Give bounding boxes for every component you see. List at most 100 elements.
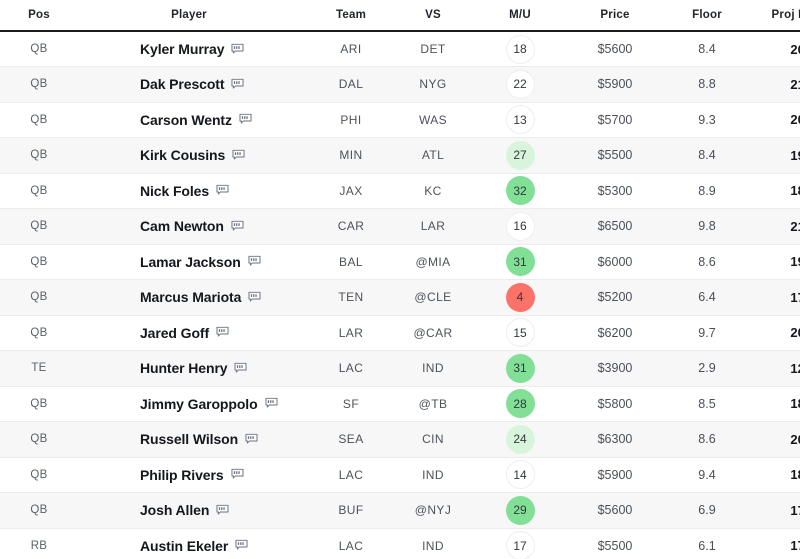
- player-name-link[interactable]: Josh Allen: [140, 502, 209, 518]
- cell-player: Philip Rivers: [78, 457, 310, 493]
- table-row[interactable]: QBKirk CousinsMINATL27$55008.419.130.53.…: [0, 137, 800, 173]
- comment-icon[interactable]: [231, 78, 244, 91]
- comment-icon[interactable]: [245, 433, 258, 446]
- comment-icon[interactable]: [231, 43, 244, 56]
- cell-matchup: 28: [474, 386, 566, 422]
- comment-icon[interactable]: [231, 220, 244, 233]
- table-row[interactable]: QBCarson WentzPHIWAS13$57009.320.031.23.…: [0, 102, 800, 138]
- cell-floor: 9.3: [698, 112, 716, 127]
- player-cell: Nick Foles: [96, 183, 300, 199]
- cell-proj-ff-pts: 17.1: [790, 289, 800, 305]
- matchup-rating-badge: 16: [505, 211, 535, 241]
- player-name-link[interactable]: Kirk Cousins: [140, 147, 225, 163]
- cell-floor: 9.7: [698, 325, 716, 340]
- matchup-rating-badge: 4: [505, 282, 535, 312]
- column-header-price[interactable]: Price: [566, 0, 664, 31]
- table-row[interactable]: RBAustin EkelerLACIND17$55006.117.225.13…: [0, 528, 800, 559]
- player-name-link[interactable]: Jared Goff: [140, 325, 209, 341]
- table-row[interactable]: QBLamar JacksonBAL@MIA31$60008.619.832.1…: [0, 244, 800, 280]
- player-name-link[interactable]: Carson Wentz: [140, 112, 232, 128]
- matchup-rating-badge: 27: [505, 140, 535, 170]
- cell-price: $5500: [597, 538, 633, 553]
- comment-icon[interactable]: [234, 362, 247, 375]
- matchup-rating-badge: 31: [505, 247, 535, 277]
- player-name-link[interactable]: Lamar Jackson: [140, 254, 241, 270]
- player-cell: Josh Allen: [96, 502, 300, 518]
- cell-proj-ff-pts: 17.6: [790, 502, 800, 518]
- cell-pos: RB: [30, 539, 48, 552]
- table-row[interactable]: QBKyler MurrayARIDET18$56008.420.332.43.…: [0, 31, 800, 67]
- table-row[interactable]: QBJimmy GaroppoloSF@TB28$58008.518.430.1…: [0, 386, 800, 422]
- table-row[interactable]: QBPhilip RiversLACIND14$59009.418.630.03…: [0, 457, 800, 493]
- table-row[interactable]: QBDak PrescottDALNYG22$59008.821.232.33.…: [0, 66, 800, 102]
- player-name-link[interactable]: Cam Newton: [140, 218, 224, 234]
- player-name-link[interactable]: Hunter Henry: [140, 360, 228, 376]
- comment-icon[interactable]: [239, 113, 252, 126]
- cell-player: Austin Ekeler: [78, 528, 310, 559]
- cell-proj-ff-pts: 21.2: [790, 76, 800, 92]
- cell-proj-ff-pts: 18.2: [790, 183, 800, 199]
- comment-icon[interactable]: [248, 255, 261, 268]
- comment-icon[interactable]: [265, 397, 278, 410]
- player-name-link[interactable]: Nick Foles: [140, 183, 209, 199]
- table-row[interactable]: QBCam NewtonCARLAR16$65009.821.533.33.31: [0, 208, 800, 244]
- comment-icon[interactable]: [248, 291, 261, 304]
- table-row[interactable]: QBRussell WilsonSEACIN24$63008.620.031.5…: [0, 421, 800, 458]
- column-header-player[interactable]: Player: [78, 0, 310, 31]
- column-header-proj-ff-pts[interactable]: Proj FF Pts: [750, 0, 800, 31]
- cell-proj-ff-pts: 20.0: [790, 325, 800, 341]
- player-cell: Kirk Cousins: [96, 147, 300, 163]
- cell-pos: QB: [30, 220, 48, 233]
- cell-team: LAC: [338, 361, 364, 376]
- cell-team: CAR: [337, 219, 365, 234]
- matchup-rating-badge: 32: [505, 176, 535, 206]
- player-name-link[interactable]: Philip Rivers: [140, 467, 224, 483]
- cell-team: BUF: [338, 503, 364, 518]
- table-row[interactable]: QBJared GoffLAR@CAR15$62009.720.031.13.2…: [0, 315, 800, 351]
- comment-icon[interactable]: [216, 326, 229, 339]
- column-header-team[interactable]: Team: [310, 0, 392, 31]
- table-header-row: Pos Player Team VS M/U Price Floor Proj …: [0, 0, 800, 31]
- cell-price: $3900: [597, 361, 633, 376]
- table-row[interactable]: QBMarcus MariotaTEN@CLE4$52006.417.129.4…: [0, 279, 800, 316]
- player-cell: Lamar Jackson: [96, 254, 300, 270]
- comment-icon[interactable]: [216, 184, 229, 197]
- column-header-mu[interactable]: M/U: [474, 0, 566, 31]
- cell-pos: QB: [30, 397, 48, 410]
- cell-player: Marcus Mariota: [78, 280, 310, 316]
- cell-proj-ff-pts: 18.4: [790, 396, 800, 412]
- cell-price: $5900: [597, 467, 633, 482]
- cell-pos: QB: [30, 433, 48, 446]
- comment-icon[interactable]: [216, 504, 229, 517]
- player-name-link[interactable]: Austin Ekeler: [140, 538, 228, 554]
- cell-matchup: 31: [474, 244, 566, 280]
- column-header-pos[interactable]: Pos: [0, 0, 78, 31]
- player-name-link[interactable]: Marcus Mariota: [140, 289, 241, 305]
- cell-player: Carson Wentz: [78, 102, 310, 138]
- player-name-link[interactable]: Kyler Murray: [140, 41, 225, 57]
- player-name-link[interactable]: Jimmy Garoppolo: [140, 396, 258, 412]
- column-header-vs[interactable]: VS: [392, 0, 474, 31]
- cell-price: $5200: [597, 290, 633, 305]
- player-name-link[interactable]: Dak Prescott: [140, 76, 225, 92]
- column-header-floor[interactable]: Floor: [664, 0, 750, 31]
- comment-icon[interactable]: [231, 468, 244, 481]
- comment-icon[interactable]: [232, 149, 245, 162]
- matchup-rating-badge: 24: [505, 424, 535, 454]
- cell-team: LAR: [338, 325, 364, 340]
- cell-vs: CIN: [422, 432, 444, 447]
- cell-team: ARI: [340, 42, 362, 56]
- table-row[interactable]: QBJosh AllenBUF@NYJ29$56006.917.630.53.1…: [0, 492, 800, 528]
- player-cell: Jared Goff: [96, 325, 300, 341]
- player-cell: Philip Rivers: [96, 467, 300, 483]
- cell-player: Lamar Jackson: [78, 244, 310, 280]
- cell-player: Russell Wilson: [78, 422, 310, 458]
- projections-table-container: Pos Player Team VS M/U Price Floor Proj …: [0, 0, 800, 559]
- player-name-link[interactable]: Russell Wilson: [140, 431, 238, 447]
- player-cell: Russell Wilson: [96, 431, 300, 447]
- matchup-rating-badge: 15: [505, 318, 535, 348]
- table-row[interactable]: TEHunter HenryLACIND31$39002.912.519.83.…: [0, 350, 800, 386]
- comment-icon[interactable]: [235, 539, 248, 552]
- table-row[interactable]: QBNick FolesJAXKC32$53008.918.229.73.44: [0, 173, 800, 209]
- cell-floor: 8.9: [698, 183, 716, 198]
